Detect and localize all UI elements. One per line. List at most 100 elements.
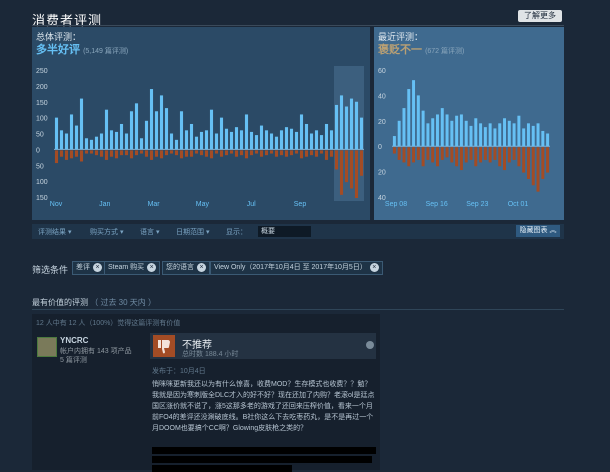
divider [32, 25, 564, 26]
positive-bar [254, 135, 259, 150]
chevron-down-icon: ▾ [119, 229, 124, 236]
x-tick-label: Jul [247, 201, 256, 208]
negative-bar [219, 150, 224, 157]
positive-bar [204, 130, 209, 150]
positive-bar [445, 114, 449, 147]
avatar[interactable] [37, 337, 57, 357]
negative-bar [488, 147, 492, 163]
positive-bar [179, 111, 184, 150]
negative-bar [455, 147, 459, 167]
negative-bar [407, 147, 411, 167]
positive-bar [359, 117, 364, 150]
review-count[interactable]: 5 篇评测 [60, 355, 87, 365]
negative-bar [264, 150, 269, 156]
negative-bar [189, 150, 194, 157]
positive-bar [397, 120, 401, 147]
positive-bar [304, 123, 309, 150]
negative-bar [69, 150, 74, 159]
positive-bar [234, 127, 239, 150]
positive-bar [314, 130, 319, 150]
y-tick-label: 50 [36, 132, 44, 139]
filter-review-type[interactable]: 评测结果 ▾ [38, 227, 71, 237]
close-icon[interactable]: × [147, 262, 157, 272]
negative-bar [229, 150, 234, 154]
negative-bar [89, 150, 94, 154]
positive-bar [219, 117, 224, 150]
negative-bar [522, 147, 526, 173]
negative-bar [436, 147, 439, 167]
filter-purchase-type-label: 购买方式 [90, 229, 118, 236]
reviewer-name[interactable]: YNCRC [60, 336, 88, 345]
positive-bar [244, 114, 249, 150]
filter-language[interactable]: 语言 ▾ [140, 227, 159, 237]
positive-bar [79, 98, 84, 150]
positive-bar [392, 136, 396, 147]
y-tick-label: 40 [378, 93, 386, 100]
positive-bar [503, 118, 506, 147]
overall-reviews-panel: 总体评测： 多半好评 (5,149 篇评测) 250 200 150 100 50 0 50… [32, 27, 370, 220]
chevron-down-icon: ▾ [205, 229, 210, 236]
filter-chip-negative[interactable]: 差评 × [72, 261, 106, 275]
positive-bar [164, 108, 169, 150]
filter-chip-date-range[interactable]: View Only（2017年10月4日 至 2017年10月5日） × [210, 261, 383, 275]
steam-icon [366, 341, 374, 349]
positive-bar [229, 131, 234, 150]
redaction-bar [152, 456, 372, 463]
recent-histogram[interactable]: 60402002040Sep 08 Sep 16 Sep 23 Oct 01 [374, 27, 564, 220]
negative-bar [294, 150, 299, 154]
negative-bar [144, 150, 149, 157]
positive-bar [479, 123, 483, 147]
negative-bar [99, 150, 104, 157]
negative-bar [349, 150, 354, 189]
filter-chip-language[interactable]: 您的语言 × [162, 261, 210, 275]
filter-purchase-type[interactable]: 购买方式 ▾ [90, 227, 123, 237]
negative-bar [526, 147, 530, 179]
negative-bar [493, 147, 497, 160]
negative-bar [431, 147, 435, 163]
close-icon[interactable]: × [197, 262, 206, 272]
most-helpful-range: （ 过去 30 天内 ） [90, 298, 157, 307]
positive-bar [474, 118, 478, 147]
negative-bar [54, 150, 59, 164]
y-tick-label: 0 [36, 147, 40, 154]
negative-bar [224, 150, 229, 156]
negative-bar [64, 150, 69, 160]
positive-bar [109, 130, 114, 150]
filter-date-range[interactable]: 日期范围 ▾ [176, 227, 209, 237]
hide-graph-button[interactable]: 隐藏图表 ︽ [516, 225, 560, 237]
negative-bar [416, 147, 420, 160]
y-tick-label: 100 [36, 116, 48, 123]
positive-bar [309, 133, 314, 150]
positive-bar [469, 125, 473, 147]
positive-bar [149, 89, 154, 150]
negative-bar [124, 150, 129, 156]
negative-bar [359, 150, 364, 176]
positive-bar [279, 130, 284, 150]
negative-bar [59, 150, 64, 157]
positive-bar [412, 80, 416, 147]
display-select[interactable]: 概要 [258, 226, 311, 237]
negative-bar [426, 147, 430, 160]
x-tick-label: Mar [148, 201, 161, 208]
posted-date: 发布于：10月4日 [152, 368, 206, 375]
x-tick-label: Oct 01 [508, 201, 529, 208]
overall-histogram[interactable]: 25020015010050050100150Nov Jan Mar May Jul Se… [32, 27, 370, 220]
selected-range-highlight [334, 66, 364, 201]
negative-bar [104, 150, 109, 160]
negative-bar [507, 147, 511, 163]
positive-bar [289, 128, 294, 150]
negative-bar [397, 147, 401, 160]
filter-chip-steam-purchase[interactable]: Steam 购买 × [104, 261, 161, 275]
negative-bar [392, 147, 396, 154]
positive-bar [450, 120, 454, 147]
positive-bar [329, 130, 334, 150]
chevron-down-icon: ▾ [67, 229, 72, 236]
review-text: 悄咪咪更新我还以为有什么惊喜，收费MOD？生存模式也收费？？勉？我就是因为寒刺版… [152, 381, 375, 432]
close-icon[interactable]: × [93, 262, 102, 272]
y-tick-label: 150 [36, 195, 48, 202]
hours-played: 总时数 188.4 小时 [182, 351, 239, 358]
positive-bar [416, 95, 420, 147]
positive-bar [349, 98, 354, 150]
learn-more-button[interactable]: 了解更多 [518, 10, 562, 22]
close-icon[interactable]: × [369, 262, 379, 272]
